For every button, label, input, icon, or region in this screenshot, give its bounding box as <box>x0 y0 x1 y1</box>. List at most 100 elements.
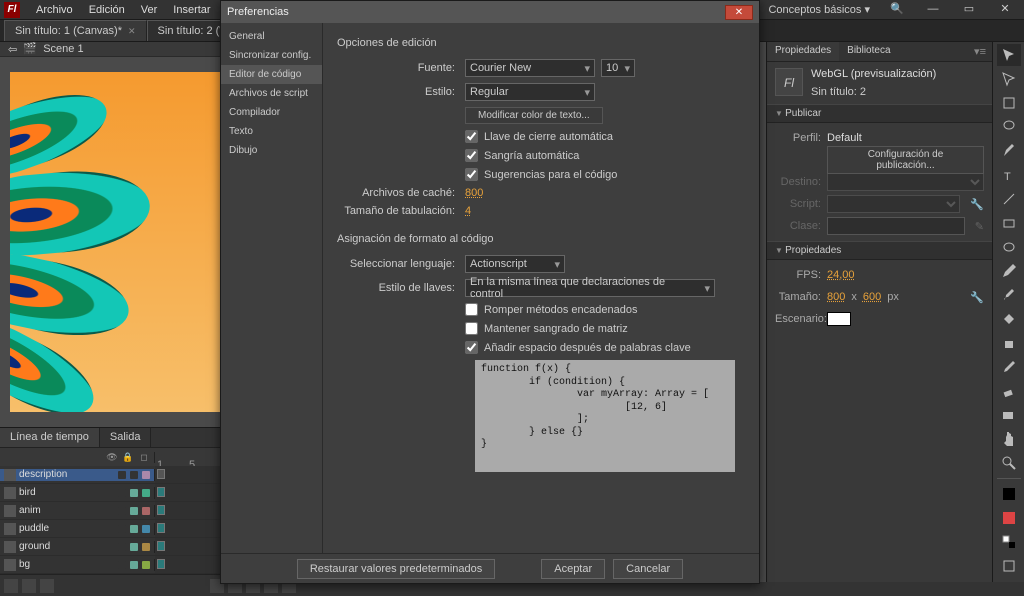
menu-edicion[interactable]: Edición <box>81 1 133 19</box>
space-after-keywords-checkbox[interactable] <box>465 341 478 354</box>
back-icon[interactable]: ⇦ <box>8 43 17 56</box>
section-properties[interactable]: Propiedades <box>767 241 992 260</box>
new-folder-icon[interactable] <box>22 579 36 593</box>
pen-tool-icon[interactable] <box>997 140 1021 162</box>
window-minimize-icon[interactable]: — <box>918 2 948 18</box>
auto-indent-checkbox[interactable] <box>465 149 478 162</box>
zoom-tool-icon[interactable] <box>997 452 1021 474</box>
wrench-icon: 🔧 <box>970 198 984 211</box>
fps-value[interactable]: 24,00 <box>827 269 855 281</box>
doc-tab-1[interactable]: Sin título: 1 (Canvas)*✕ <box>4 20 147 41</box>
lasso-tool-icon[interactable] <box>997 116 1021 138</box>
nav-general[interactable]: General <box>221 27 322 46</box>
selection-tool-icon[interactable] <box>997 44 1021 66</box>
layer-icon <box>4 523 16 535</box>
right-panels: Propiedades Biblioteca ▾≡ Fl WebGL (prev… <box>766 42 992 582</box>
dialog-close-button[interactable]: ✕ <box>725 5 753 20</box>
code-preview: function f(x) { if (condition) { var myA… <box>475 360 735 472</box>
dialog-title: Preferencias <box>227 6 289 18</box>
hand-tool-icon[interactable] <box>997 428 1021 450</box>
text-tool-icon[interactable]: T <box>997 164 1021 186</box>
preferences-dialog: Preferencias ✕ General Sincronizar confi… <box>220 0 760 584</box>
line-tool-icon[interactable] <box>997 188 1021 210</box>
code-hints-checkbox[interactable] <box>465 168 478 181</box>
height-value[interactable]: 600 <box>863 291 881 303</box>
document-icon: Fl <box>775 68 803 96</box>
restore-defaults-button[interactable]: Restaurar valores predeterminados <box>297 559 495 579</box>
fill-color-icon[interactable] <box>997 507 1021 529</box>
stage-color-swatch[interactable] <box>827 312 851 326</box>
tab-library[interactable]: Biblioteca <box>839 42 898 61</box>
delete-layer-icon[interactable] <box>40 579 54 593</box>
window-close-icon[interactable]: ✕ <box>990 2 1020 18</box>
scene-name[interactable]: Scene 1 <box>43 43 83 55</box>
destination-select <box>827 173 984 191</box>
nav-script-files[interactable]: Archivos de script <box>221 84 322 103</box>
swap-colors-icon[interactable] <box>997 531 1021 553</box>
profile-value: Default <box>827 132 862 144</box>
close-icon[interactable]: ✕ <box>128 26 136 37</box>
font-size-select[interactable]: 10 <box>601 59 635 77</box>
eyedropper-icon[interactable] <box>997 356 1021 378</box>
ink-bottle-icon[interactable] <box>997 332 1021 354</box>
outline-icon[interactable]: ◻ <box>138 452 150 463</box>
width-value[interactable]: 800 <box>827 291 845 303</box>
keep-array-indent-checkbox[interactable] <box>465 322 478 335</box>
free-transform-icon[interactable] <box>997 92 1021 114</box>
dialog-titlebar[interactable]: Preferencias ✕ <box>221 1 759 23</box>
stroke-color-icon[interactable] <box>997 483 1021 505</box>
paint-bucket-icon[interactable] <box>997 308 1021 330</box>
new-layer-icon[interactable] <box>4 579 18 593</box>
rectangle-tool-icon[interactable] <box>997 212 1021 234</box>
tab-size-value[interactable]: 4 <box>465 205 471 217</box>
app-logo: Fl <box>4 2 20 18</box>
menu-archivo[interactable]: Archivo <box>28 1 81 19</box>
workspace-selector[interactable]: Conceptos básicos ▾ <box>762 3 876 16</box>
cache-files-value[interactable]: 800 <box>465 187 483 199</box>
section-publish[interactable]: Publicar <box>767 104 992 123</box>
camera-tool-icon[interactable] <box>997 404 1021 426</box>
nav-code-editor[interactable]: Editor de código <box>221 65 322 84</box>
brush-tool-icon[interactable] <box>997 284 1021 306</box>
tab-output[interactable]: Salida <box>100 428 152 447</box>
nav-text[interactable]: Texto <box>221 122 322 141</box>
edit-icon: ✎ <box>975 220 984 233</box>
separator <box>997 478 1021 479</box>
publish-settings-button[interactable]: Configuración de publicación... <box>827 146 984 174</box>
font-select[interactable]: Courier New <box>465 59 595 77</box>
menu-insertar[interactable]: Insertar <box>165 1 218 19</box>
class-input <box>827 217 965 235</box>
nav-drawing[interactable]: Dibujo <box>221 141 322 160</box>
cancel-button[interactable]: Cancelar <box>613 559 683 579</box>
nav-compiler[interactable]: Compilador <box>221 103 322 122</box>
options-icon[interactable] <box>997 555 1021 577</box>
tab-properties[interactable]: Propiedades <box>767 42 839 61</box>
auto-close-brace-checkbox[interactable] <box>465 130 478 143</box>
pencil-tool-icon[interactable] <box>997 260 1021 282</box>
canvas[interactable] <box>10 72 230 412</box>
nav-sync[interactable]: Sincronizar config. <box>221 46 322 65</box>
menu-ver[interactable]: Ver <box>133 1 166 19</box>
eraser-tool-icon[interactable] <box>997 380 1021 402</box>
font-style-select[interactable]: Regular <box>465 83 595 101</box>
search-icon[interactable]: 🔍 <box>882 2 912 18</box>
dialog-nav: General Sincronizar config. Editor de có… <box>221 23 323 553</box>
layer-icon <box>4 541 16 553</box>
panel-menu-icon[interactable]: ▾≡ <box>968 42 992 61</box>
visibility-icon[interactable]: 👁 <box>106 452 118 463</box>
break-chained-checkbox[interactable] <box>465 303 478 316</box>
layer-icon <box>4 469 16 481</box>
ok-button[interactable]: Aceptar <box>541 559 605 579</box>
lock-icon[interactable]: 🔒 <box>122 452 134 463</box>
section-edit-options: Opciones de edición <box>337 37 745 49</box>
language-select[interactable]: Actionscript <box>465 255 565 273</box>
brace-style-select[interactable]: En la misma línea que declaraciones de c… <box>465 279 715 297</box>
text-color-button[interactable]: Modificar color de texto... <box>465 107 603 124</box>
window-restore-icon[interactable]: ▭ <box>954 2 984 18</box>
wrench-icon[interactable]: 🔧 <box>970 291 984 304</box>
document-type: WebGL (previsualización) <box>811 68 936 80</box>
oval-tool-icon[interactable] <box>997 236 1021 258</box>
tab-timeline[interactable]: Línea de tiempo <box>0 428 100 447</box>
subselection-tool-icon[interactable] <box>997 68 1021 90</box>
artwork-feather <box>10 80 116 184</box>
